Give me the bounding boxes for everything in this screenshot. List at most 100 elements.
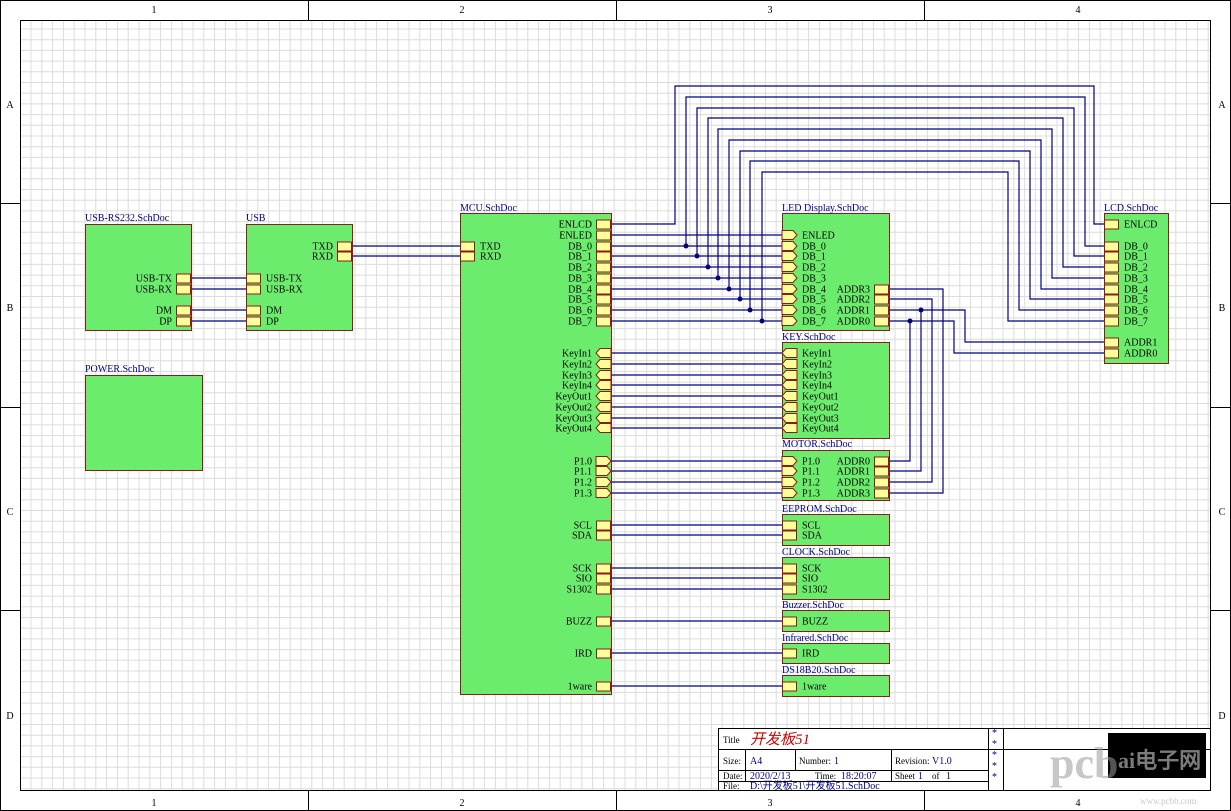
- port-led-db3[interactable]: [781, 273, 798, 283]
- port-usbrs232-usbrx[interactable]: [176, 284, 191, 295]
- port-usb-usbtx[interactable]: [246, 273, 261, 284]
- port-lcd-db1[interactable]: [1104, 251, 1119, 262]
- port-led-db4[interactable]: [781, 284, 798, 294]
- port-infrared-ird[interactable]: [782, 648, 797, 659]
- port-led-db1[interactable]: [781, 251, 798, 261]
- sheet-body[interactable]: [85, 375, 203, 471]
- port-lcd-addr1[interactable]: [1104, 337, 1119, 348]
- port-led-db2[interactable]: [781, 262, 798, 272]
- port-lcd-enlcd[interactable]: [1104, 219, 1119, 230]
- port-mcu-p10[interactable]: [595, 456, 612, 466]
- port-lcd-addr0[interactable]: [1104, 348, 1119, 359]
- port-led-enled[interactable]: [781, 230, 798, 240]
- port-led-addr1[interactable]: [874, 305, 889, 316]
- port-mcu-keyout1[interactable]: [595, 391, 612, 401]
- sheet-body[interactable]: [782, 643, 890, 664]
- port-mcu-keyout2[interactable]: [595, 402, 612, 412]
- port-key-keyin2[interactable]: [781, 359, 798, 369]
- port-led-addr2[interactable]: [874, 294, 889, 305]
- port-led-db7[interactable]: [781, 316, 798, 326]
- port-key-keyin4[interactable]: [781, 380, 798, 390]
- port-mcu-db7[interactable]: [596, 316, 611, 327]
- port-usb-txd[interactable]: [337, 241, 352, 252]
- port-lcd-db7[interactable]: [1104, 316, 1119, 327]
- port-mcu-db3[interactable]: [596, 273, 611, 284]
- port-motor-addr0[interactable]: [874, 456, 889, 467]
- port-usbrs232-dm[interactable]: [176, 305, 191, 316]
- port-mcu-keyin2[interactable]: [595, 359, 612, 369]
- port-lcd-db0[interactable]: [1104, 241, 1119, 252]
- port-eeprom-sda[interactable]: [782, 530, 797, 541]
- port-usbrs232-dp[interactable]: [176, 316, 191, 327]
- port-mcu-sda[interactable]: [596, 530, 611, 541]
- port-mcu-rxd[interactable]: [460, 251, 475, 262]
- port-mcu-p11[interactable]: [595, 466, 612, 476]
- port-mcu-keyin3[interactable]: [595, 370, 612, 380]
- port-motor-addr3[interactable]: [874, 488, 889, 499]
- port-mcu-keyin4[interactable]: [595, 380, 612, 390]
- port-clock-sck[interactable]: [782, 563, 797, 574]
- port-mcu-db1[interactable]: [596, 251, 611, 262]
- port-mcu-sio[interactable]: [596, 573, 611, 584]
- port-mcu-enled[interactable]: [596, 230, 611, 241]
- port-mcu-db6[interactable]: [596, 305, 611, 316]
- port-key-keyin1[interactable]: [781, 348, 798, 358]
- port-ds18b20-1ware[interactable]: [782, 681, 797, 692]
- port-lcd-db5[interactable]: [1104, 294, 1119, 305]
- sheet-mcu[interactable]: MCU.SchDocENLCDENLEDDB_0DB_1DB_2DB_3DB_4…: [460, 203, 612, 695]
- port-mcu-txd[interactable]: [460, 241, 475, 252]
- port-clock-sio[interactable]: [782, 573, 797, 584]
- sheet-usb[interactable]: USBTXDRXDUSB-TXUSB-RXDMDP: [246, 213, 353, 331]
- port-mcu-ird[interactable]: [596, 648, 611, 659]
- port-lcd-db6[interactable]: [1104, 305, 1119, 316]
- port-mcu-keyout3[interactable]: [595, 413, 612, 423]
- port-led-addr3[interactable]: [874, 284, 889, 295]
- port-usb-dp[interactable]: [246, 316, 261, 327]
- port-led-db6[interactable]: [781, 305, 798, 315]
- port-key-keyout4[interactable]: [781, 423, 798, 433]
- sheet-led[interactable]: LED Display.SchDocENLEDDB_0DB_1DB_2DB_3D…: [781, 203, 890, 331]
- port-led-db0[interactable]: [781, 241, 798, 251]
- sheet-body[interactable]: [782, 514, 890, 546]
- port-motor-p11[interactable]: [781, 466, 798, 476]
- port-mcu-db5[interactable]: [596, 294, 611, 305]
- port-mcu-p12[interactable]: [595, 477, 612, 487]
- port-mcu-db4[interactable]: [596, 284, 611, 295]
- sheet-usbrs232[interactable]: USB-RS232.SchDoc USB-TXUSB-RX DMDP: [85, 213, 192, 331]
- port-key-keyout2[interactable]: [781, 402, 798, 412]
- port-usbrs232-usbtx[interactable]: [176, 273, 191, 284]
- port-mcu-scl[interactable]: [596, 520, 611, 531]
- port-eeprom-scl[interactable]: [782, 520, 797, 531]
- port-usb-usbrx[interactable]: [246, 284, 261, 295]
- port-key-keyout3[interactable]: [781, 413, 798, 423]
- sheet-body[interactable]: [782, 557, 890, 600]
- port-buzzer-buzz[interactable]: [782, 616, 797, 627]
- port-clock-s1302[interactable]: [782, 584, 797, 595]
- port-motor-addr2[interactable]: [874, 477, 889, 488]
- port-key-keyout1[interactable]: [781, 391, 798, 401]
- port-mcu-sck[interactable]: [596, 563, 611, 574]
- port-lcd-db3[interactable]: [1104, 273, 1119, 284]
- sheet-key[interactable]: KEY.SchDocKeyIn1KeyIn2KeyIn3KeyIn4KeyOut…: [781, 332, 890, 439]
- sheet-power[interactable]: POWER.SchDoc: [85, 364, 203, 471]
- port-motor-addr1[interactable]: [874, 466, 889, 477]
- port-mcu-keyout4[interactable]: [595, 423, 612, 433]
- port-led-db5[interactable]: [781, 294, 798, 304]
- port-lcd-db2[interactable]: [1104, 262, 1119, 273]
- port-usb-rxd[interactable]: [337, 251, 352, 262]
- port-usb-dm[interactable]: [246, 305, 261, 316]
- port-mcu-s1302[interactable]: [596, 584, 611, 595]
- port-led-addr0[interactable]: [874, 316, 889, 327]
- sheet-body[interactable]: [782, 610, 890, 632]
- port-mcu-enlcd[interactable]: [596, 219, 611, 230]
- port-motor-p12[interactable]: [781, 477, 798, 487]
- port-mcu-db2[interactable]: [596, 262, 611, 273]
- port-lcd-db4[interactable]: [1104, 284, 1119, 295]
- port-mcu-db0[interactable]: [596, 241, 611, 252]
- port-mcu-keyin1[interactable]: [595, 348, 612, 358]
- port-mcu-p13[interactable]: [595, 488, 612, 498]
- sheet-lcd[interactable]: LCD.SchDocENLCDDB_0DB_1DB_2DB_3DB_4DB_5D…: [1104, 203, 1169, 364]
- sheet-body[interactable]: [782, 675, 890, 697]
- port-mcu-buzz[interactable]: [596, 616, 611, 627]
- port-mcu-1ware[interactable]: [596, 681, 611, 692]
